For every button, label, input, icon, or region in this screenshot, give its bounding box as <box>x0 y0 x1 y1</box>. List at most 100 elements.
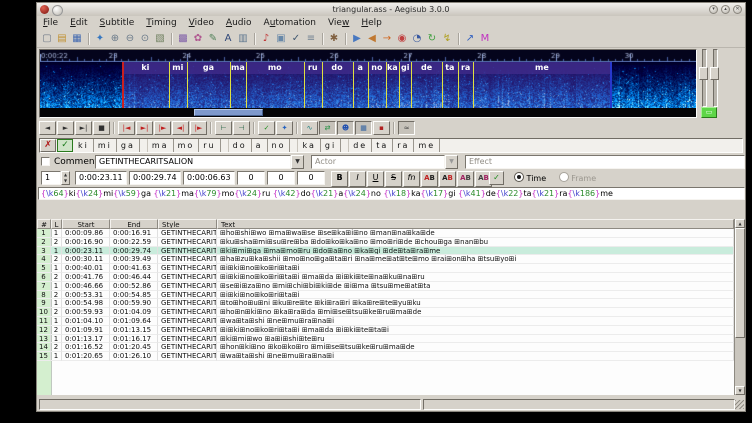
shade-button[interactable]: ▾ <box>709 5 718 14</box>
grid-row[interactable]: 820:00:53.310:00:54.85GETINTHECARITSALIO… <box>37 291 734 300</box>
menu-item-timing[interactable]: Timing <box>140 16 182 30</box>
audio-display[interactable]: kimigamamorudoanokagidetarame <box>39 49 697 118</box>
grid-row[interactable]: 420:00:30.110:00:39.49GETINTHECARITSALIO… <box>37 255 734 264</box>
karaoke-accept-button[interactable]: ✓ <box>57 139 73 152</box>
play-selection-button[interactable]: ► <box>57 121 74 135</box>
lead-in-button[interactable]: ⊢ <box>215 121 232 135</box>
karaoke-syllable-divider[interactable] <box>246 62 247 108</box>
play-500ms-after-button[interactable]: ►| <box>136 121 153 135</box>
margin-vertical-field[interactable]: 0 <box>297 171 325 185</box>
layer-spinner-arrows-icon[interactable]: ▲▼ <box>61 171 70 185</box>
selection-start-marker[interactable] <box>122 62 124 108</box>
italic-button[interactable]: I <box>349 171 366 187</box>
margin-left-field[interactable]: 0 <box>237 171 265 185</box>
menu-item-edit[interactable]: Edit <box>64 16 93 30</box>
styling-assistant-icon[interactable]: ✿ <box>191 32 205 46</box>
new-subtitles-icon[interactable]: ▢ <box>40 32 54 46</box>
play-first-500ms-button[interactable]: |► <box>154 121 171 135</box>
titlebar[interactable]: triangular.ass - Aegisub 3.0.0 ▾▴✕ <box>37 3 745 17</box>
translation-assistant-icon[interactable]: ✎ <box>206 32 220 46</box>
play-before-selection-button[interactable]: |► <box>190 121 207 135</box>
duration-field[interactable]: 0:00:06.63 <box>183 171 235 185</box>
karaoke-syllable-cell[interactable]: do <box>229 139 252 152</box>
vertical-zoom-slider[interactable] <box>699 49 708 105</box>
end-time-field[interactable]: 0:00:29.74 <box>129 171 181 185</box>
actor-combobox[interactable]: Actor <box>311 155 445 169</box>
karaoke-syllable-divider[interactable] <box>399 62 400 108</box>
vertical-zoom-thumb[interactable] <box>699 67 708 80</box>
open-subtitles-icon[interactable]: ▤ <box>55 32 69 46</box>
karaoke-syllable-divider[interactable] <box>442 62 443 108</box>
automation-icon[interactable]: ✱ <box>327 32 341 46</box>
play-to-end-button[interactable]: ►| <box>75 121 92 135</box>
grid-row[interactable]: 620:00:41.760:00:46.44GETINTHECARITSALIO… <box>37 273 734 282</box>
stop-button[interactable]: ■ <box>93 121 110 135</box>
grid-row[interactable]: 710:00:46.660:00:52.86GETINTHECARITSALIO… <box>37 282 734 291</box>
waveform-mode-toggle[interactable]: ▪ <box>373 121 390 135</box>
karaoke-cancel-button[interactable]: ✗ <box>40 139 56 152</box>
zoom-out-icon[interactable]: ⊖ <box>123 32 137 46</box>
karaoke-syllable-divider[interactable] <box>368 62 369 108</box>
karaoke-syllable-divider[interactable] <box>458 62 459 108</box>
paste-over-icon[interactable]: ▣ <box>274 32 288 46</box>
margin-right-field[interactable]: 0 <box>267 171 295 185</box>
karaoke-syllable-cell[interactable]: me <box>414 139 440 152</box>
open-video-icon[interactable]: ▶ <box>350 32 364 46</box>
karaoke-syllable-divider[interactable] <box>304 62 305 108</box>
selection-end-marker[interactable] <box>610 62 612 108</box>
menu-item-audio[interactable]: Audio <box>220 16 258 30</box>
time-radio[interactable] <box>514 172 524 182</box>
style-combobox-arrow-icon[interactable]: ▼ <box>291 155 304 169</box>
close-button[interactable]: ✕ <box>733 5 742 14</box>
frame-radio[interactable] <box>559 172 569 182</box>
menu-item-help[interactable]: Help <box>355 16 388 30</box>
karaoke-syllable-divider[interactable] <box>322 62 323 108</box>
actor-combobox-arrow-icon[interactable]: ▼ <box>445 155 458 169</box>
menu-item-subtitle[interactable]: Subtitle <box>94 16 141 30</box>
styles-manager-icon[interactable]: ▩ <box>176 32 190 46</box>
grid-row[interactable]: 1110:01:04.100:01:09.64GETINTHECARITSALI… <box>37 317 734 326</box>
audio-scrollbar[interactable] <box>40 108 696 117</box>
karaoke-syllable-cell[interactable]: ru <box>199 139 220 152</box>
grid-row[interactable]: 510:00:40.010:00:41.63GETINTHECARITSALIO… <box>37 264 734 273</box>
spell-checker-icon[interactable]: ✓ <box>289 32 303 46</box>
style-combobox[interactable]: GETINTHECARITSALION <box>95 155 291 169</box>
karaoke-syllable-cell[interactable]: ka <box>298 139 320 152</box>
fonts-collector-icon[interactable]: A <box>221 32 235 46</box>
save-subtitles-icon[interactable]: ▦ <box>70 32 84 46</box>
play-last-500ms-button[interactable]: ◄| <box>172 121 189 135</box>
resize-grip[interactable] <box>735 400 744 409</box>
audio-spectrogram[interactable]: kimigamamorudoanokagidetarame <box>40 62 696 108</box>
karaoke-syllable-cell[interactable]: gi <box>321 139 341 152</box>
underline-button[interactable]: U <box>367 171 384 187</box>
strikeout-button[interactable]: S <box>385 171 402 187</box>
zoom-reset-icon[interactable]: ⊙ <box>138 32 152 46</box>
find-icon[interactable]: ✦ <box>93 32 107 46</box>
commit-button[interactable]: ✓ <box>489 171 504 185</box>
select-lines-icon[interactable]: ▥ <box>236 32 250 46</box>
grid-row[interactable]: 1420:01:16.520:01:20.45GETINTHECARITSALI… <box>37 343 734 352</box>
karaoke-syllable-divider[interactable] <box>353 62 354 108</box>
karaoke-syllable-cell[interactable]: ki <box>74 139 94 152</box>
font-button[interactable]: fn <box>403 171 420 187</box>
grid-row[interactable]: 910:00:54.980:00:59.90GETINTHECARITSALIO… <box>37 299 734 308</box>
resample-icon[interactable]: ↻ <box>425 32 439 46</box>
grid-row[interactable]: 1510:01:20.650:01:26.10GETINTHECARITSALI… <box>37 352 734 361</box>
video-details-icon[interactable]: ▧ <box>153 32 167 46</box>
audio-timeline-ruler[interactable] <box>40 50 696 62</box>
medusa-mode-icon[interactable]: M <box>478 32 492 46</box>
menu-item-video[interactable]: Video <box>183 16 220 30</box>
grid-row[interactable]: 1310:01:13.170:01:16.17GETINTHECARITSALI… <box>37 335 734 344</box>
menu-item-file[interactable]: File <box>37 16 64 30</box>
auto-commit-toggle[interactable]: ⇄ <box>319 121 336 135</box>
karaoke-syllable-cell[interactable]: mo <box>174 139 200 152</box>
bold-button[interactable]: B <box>331 171 348 187</box>
karaoke-syllable-divider[interactable] <box>169 62 170 108</box>
karaoke-syllable-cell[interactable]: ga <box>117 139 140 152</box>
volume-thumb[interactable] <box>710 67 719 80</box>
subtitle-text-input[interactable]: {\k64}ki{\k24}mi{\k59}ga {\k21}ma{\k79}m… <box>38 187 745 200</box>
commit-button[interactable]: ✓ <box>258 121 275 135</box>
karaoke-syllable-cell[interactable]: ra <box>393 139 414 152</box>
layer-field[interactable]: 1 <box>41 171 61 185</box>
karaoke-syllable-cell[interactable]: a <box>252 139 268 152</box>
